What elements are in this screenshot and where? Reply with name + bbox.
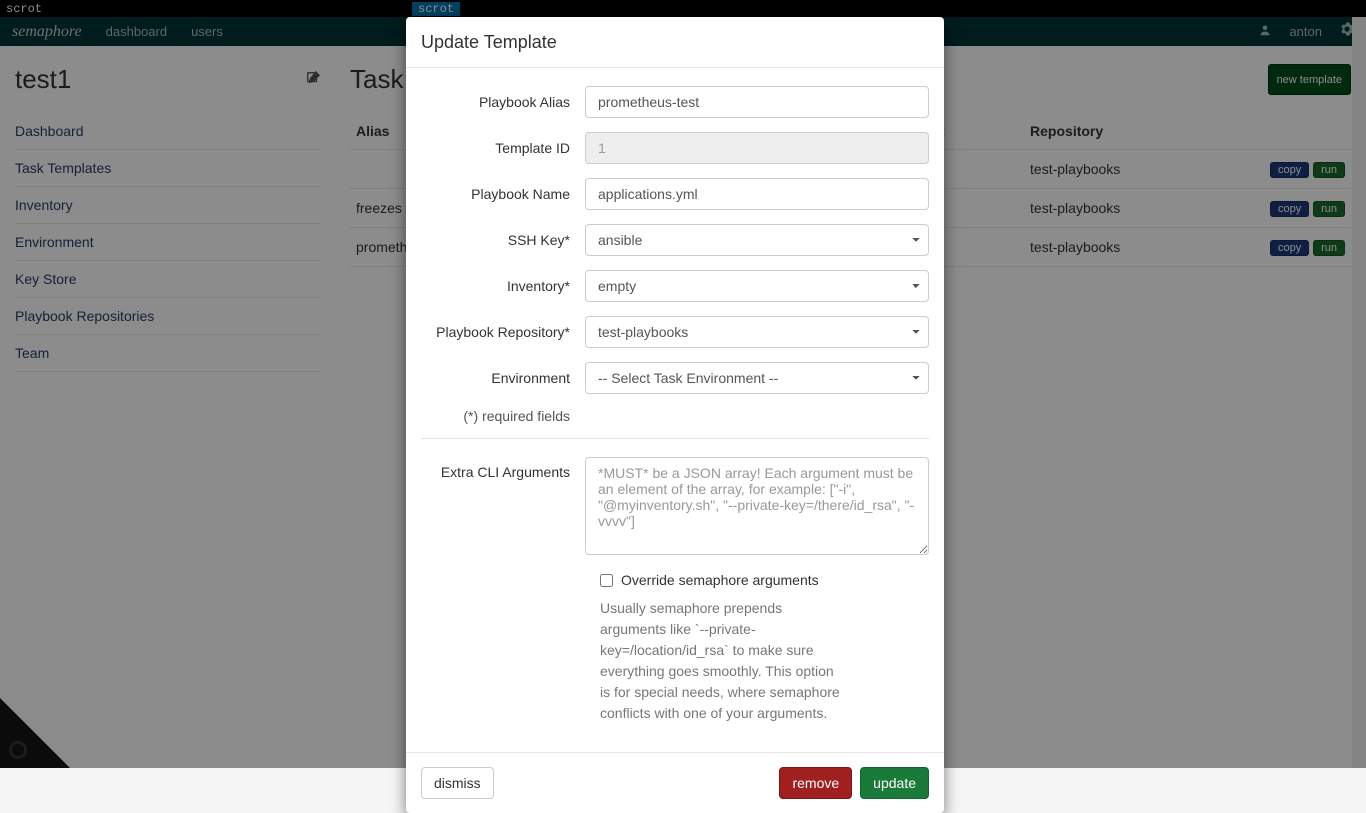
- override-checkbox[interactable]: [600, 574, 613, 587]
- dismiss-button[interactable]: dismiss: [421, 767, 494, 799]
- modal-header: Update Template: [406, 17, 944, 68]
- playbook-name-input[interactable]: [585, 178, 929, 210]
- override-label: Override semaphore arguments: [621, 572, 819, 588]
- override-help: Usually semaphore prepends arguments lik…: [600, 598, 840, 724]
- cli-label: Extra CLI Arguments: [421, 457, 585, 480]
- update-button[interactable]: update: [860, 767, 929, 799]
- repo-label: Playbook Repository*: [421, 324, 585, 340]
- env-label: Environment: [421, 370, 585, 386]
- remove-button[interactable]: remove: [779, 767, 852, 799]
- template-id-input: [585, 132, 929, 164]
- ssh-key-select[interactable]: ansible: [585, 224, 929, 256]
- cli-args-textarea[interactable]: [585, 457, 929, 555]
- update-template-modal: Update Template Playbook Alias Template …: [406, 17, 944, 813]
- modal-title: Update Template: [421, 32, 929, 53]
- pbname-label: Playbook Name: [421, 186, 585, 202]
- ssh-label: SSH Key*: [421, 232, 585, 248]
- alias-input[interactable]: [585, 86, 929, 118]
- alias-label: Playbook Alias: [421, 94, 585, 110]
- inventory-select[interactable]: empty: [585, 270, 929, 302]
- inv-label: Inventory*: [421, 278, 585, 294]
- tid-label: Template ID: [421, 140, 585, 156]
- environment-select[interactable]: -- Select Task Environment --: [585, 362, 929, 394]
- repo-select[interactable]: test-playbooks: [585, 316, 929, 348]
- required-note: (*) required fields: [421, 408, 585, 424]
